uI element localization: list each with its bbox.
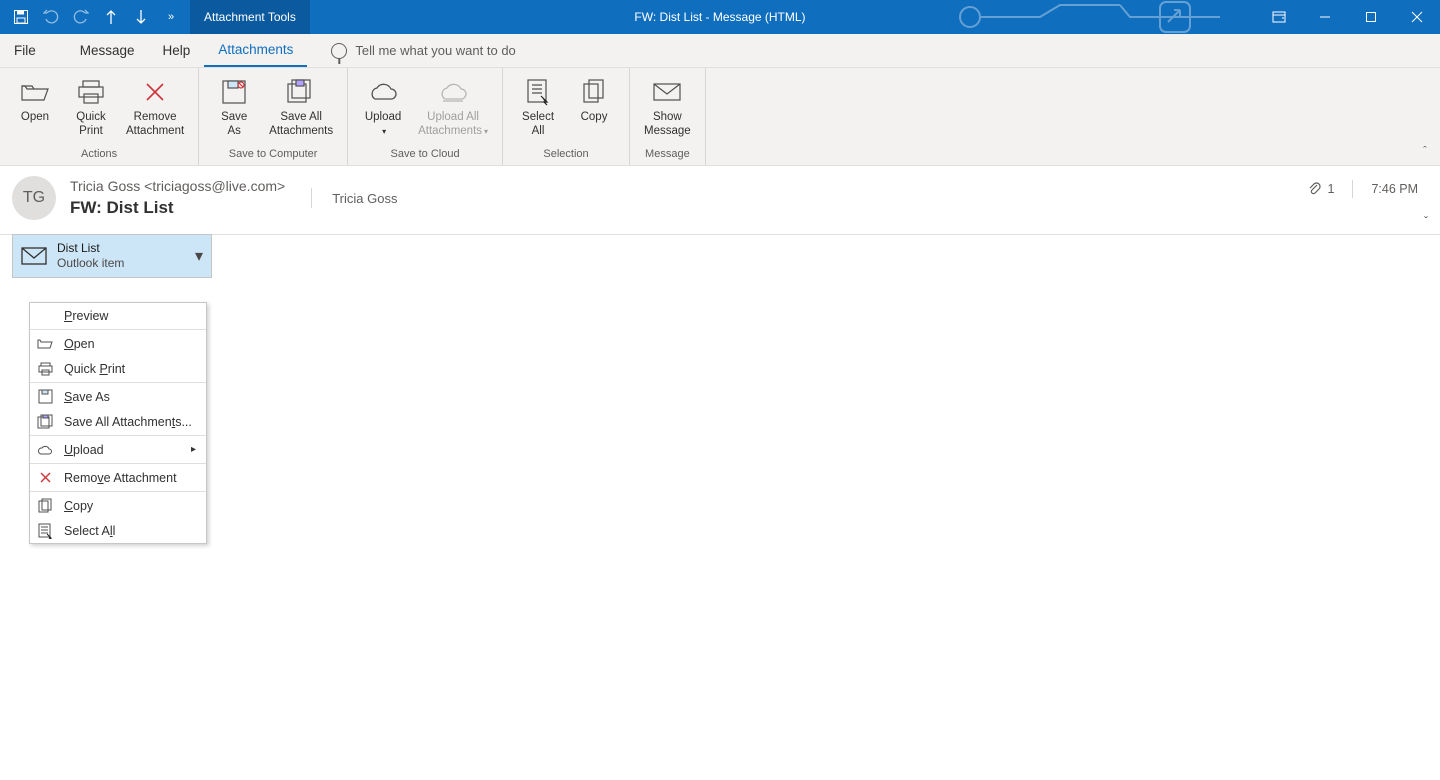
paperclip-icon [1307,181,1321,197]
group-save-computer: SaveAs Save AllAttachments Save to Compu… [199,68,348,165]
message-body: Dist List Outlook item ▾ [0,234,1440,278]
ctx-save-as[interactable]: Save As [30,384,206,409]
title-bar: » Attachment Tools FW: Dist List - Messa… [0,0,1440,34]
quick-print-button[interactable]: QuickPrint [64,72,118,145]
show-message-button[interactable]: ShowMessage [638,72,697,145]
tab-attachments[interactable]: Attachments [204,34,307,67]
redo-icon[interactable] [72,8,90,26]
attachment-context-menu: Preview Open Quick Print Save As Save Al… [29,302,207,544]
minimize-button[interactable] [1302,0,1348,34]
message-header: TG Tricia Goss <triciagoss@live.com> FW:… [0,166,1440,234]
attachment-chip[interactable]: Dist List Outlook item ▾ [12,234,212,278]
select-all-icon [36,522,54,540]
cloud-upload-all-icon [437,76,469,108]
printer-icon [75,76,107,108]
undo-icon[interactable] [42,8,60,26]
collapse-ribbon-icon[interactable]: ˆ [1418,145,1432,159]
received-time: 7:46 PM [1371,182,1418,196]
ctx-open[interactable]: Open [30,331,206,356]
group-label-actions: Actions [8,145,190,163]
attachment-count: 1 [1327,182,1334,196]
save-icon[interactable] [12,8,30,26]
copy-button[interactable]: Copy [567,72,621,145]
header-meta: 1 7:46 PM [1307,180,1418,198]
save-all-attachments-button[interactable]: Save AllAttachments [263,72,339,145]
select-all-icon [522,76,554,108]
remove-attachment-button[interactable]: RemoveAttachment [120,72,190,145]
group-save-cloud: Upload▾ Upload AllAttachments▾ Save to C… [348,68,503,165]
copy-icon [36,497,54,515]
group-message: ShowMessage Message [630,68,706,165]
group-actions: Open QuickPrint RemoveAttachment Actions [0,68,199,165]
tab-help[interactable]: Help [149,34,205,67]
ribbon: Open QuickPrint RemoveAttachment Actions… [0,68,1440,166]
attachment-dropdown-icon[interactable]: ▾ [193,246,205,266]
expand-header-icon[interactable]: ˇ [1424,214,1428,228]
printer-icon [36,360,54,378]
tab-file[interactable]: File [0,34,50,67]
upload-button[interactable]: Upload▾ [356,72,410,145]
separator [1352,180,1353,198]
lightbulb-icon [331,43,347,59]
subject-line: FW: Dist List [70,198,285,218]
attachment-type: Outlook item [57,256,124,271]
tell-me-search[interactable]: Tell me what you want to do [331,34,515,67]
ctx-preview[interactable]: Preview [30,303,206,328]
to-line: Tricia Goss [311,188,397,208]
select-all-button[interactable]: SelectAll [511,72,565,145]
sender-avatar: TG [12,176,56,220]
qat-overflow-icon[interactable]: » [162,8,180,26]
quick-access-toolbar: » [0,0,180,34]
save-all-icon [36,413,54,431]
ribbon-display-options[interactable] [1256,0,1302,34]
maximize-button[interactable] [1348,0,1394,34]
group-label-save-computer: Save to Computer [207,145,339,163]
group-label-save-cloud: Save to Cloud [356,145,494,163]
upload-all-attachments-button: Upload AllAttachments▾ [412,72,494,145]
group-label-message: Message [638,145,697,163]
ctx-copy[interactable]: Copy [30,493,206,518]
next-item-icon[interactable] [132,8,150,26]
save-disk-icon [36,388,54,406]
ctx-select-all[interactable]: Select All [30,518,206,543]
save-all-icon [285,76,317,108]
envelope-icon [651,76,683,108]
close-button[interactable] [1394,0,1440,34]
contextual-tab-label: Attachment Tools [190,0,310,34]
attachment-name: Dist List [57,241,124,256]
title-decoration [920,0,1240,34]
remove-x-icon [139,76,171,108]
tab-message[interactable]: Message [66,34,149,67]
folder-open-icon [19,76,51,108]
ctx-remove[interactable]: Remove Attachment [30,465,206,490]
group-label-selection: Selection [511,145,621,163]
submenu-arrow-icon: ▸ [191,444,196,455]
window-controls [1256,0,1440,34]
ctx-upload[interactable]: Upload ▸ [30,437,206,462]
remove-x-icon [36,469,54,487]
open-button[interactable]: Open [8,72,62,145]
tell-me-placeholder: Tell me what you want to do [355,43,515,58]
folder-open-icon [36,335,54,353]
ribbon-tabs: File Message Help Attachments Tell me wh… [0,34,1440,68]
save-as-button[interactable]: SaveAs [207,72,261,145]
ctx-quick-print[interactable]: Quick Print [30,356,206,381]
previous-item-icon[interactable] [102,8,120,26]
group-selection: SelectAll Copy Selection [503,68,630,165]
ctx-save-all[interactable]: Save All Attachments... [30,409,206,434]
save-disk-icon [218,76,250,108]
mail-item-icon [21,246,47,266]
cloud-upload-icon [367,76,399,108]
cloud-upload-icon [36,441,54,459]
copy-icon [578,76,610,108]
from-line: Tricia Goss <triciagoss@live.com> [70,178,285,194]
